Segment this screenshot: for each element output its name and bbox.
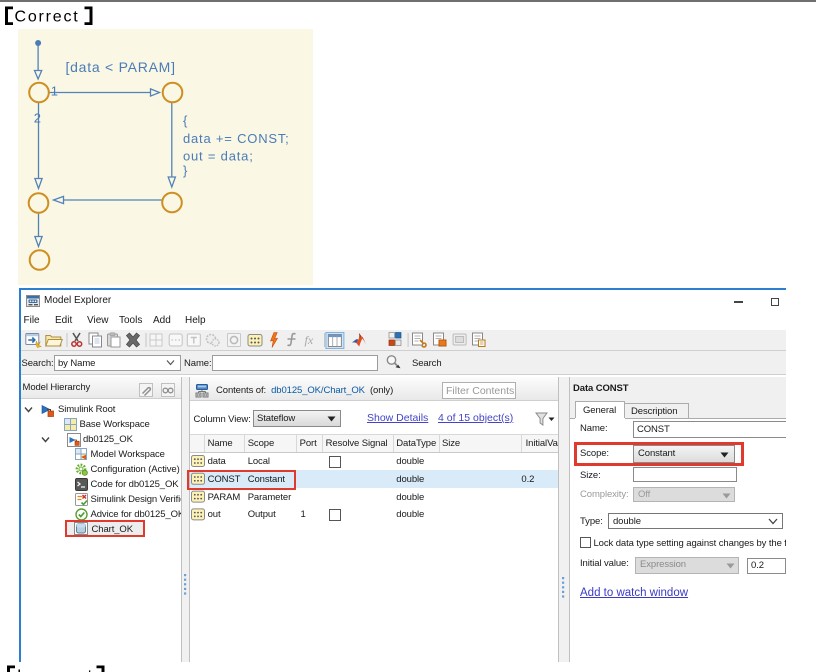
svg-text:data += CONST;: data += CONST; [183, 131, 290, 146]
svg-text:{: { [183, 113, 188, 128]
svg-text:Correct: Correct [15, 9, 80, 26]
svg-text:fx: fx [305, 333, 314, 347]
svg-text:2: 2 [34, 111, 42, 126]
svg-text:[data < PARAM]: [data < PARAM] [66, 59, 176, 75]
svg-text:}: } [183, 163, 188, 178]
svg-text:1: 1 [51, 84, 59, 99]
svg-text:Incorrect: Incorrect [17, 668, 94, 672]
svg-text:out = data;: out = data; [183, 149, 254, 164]
